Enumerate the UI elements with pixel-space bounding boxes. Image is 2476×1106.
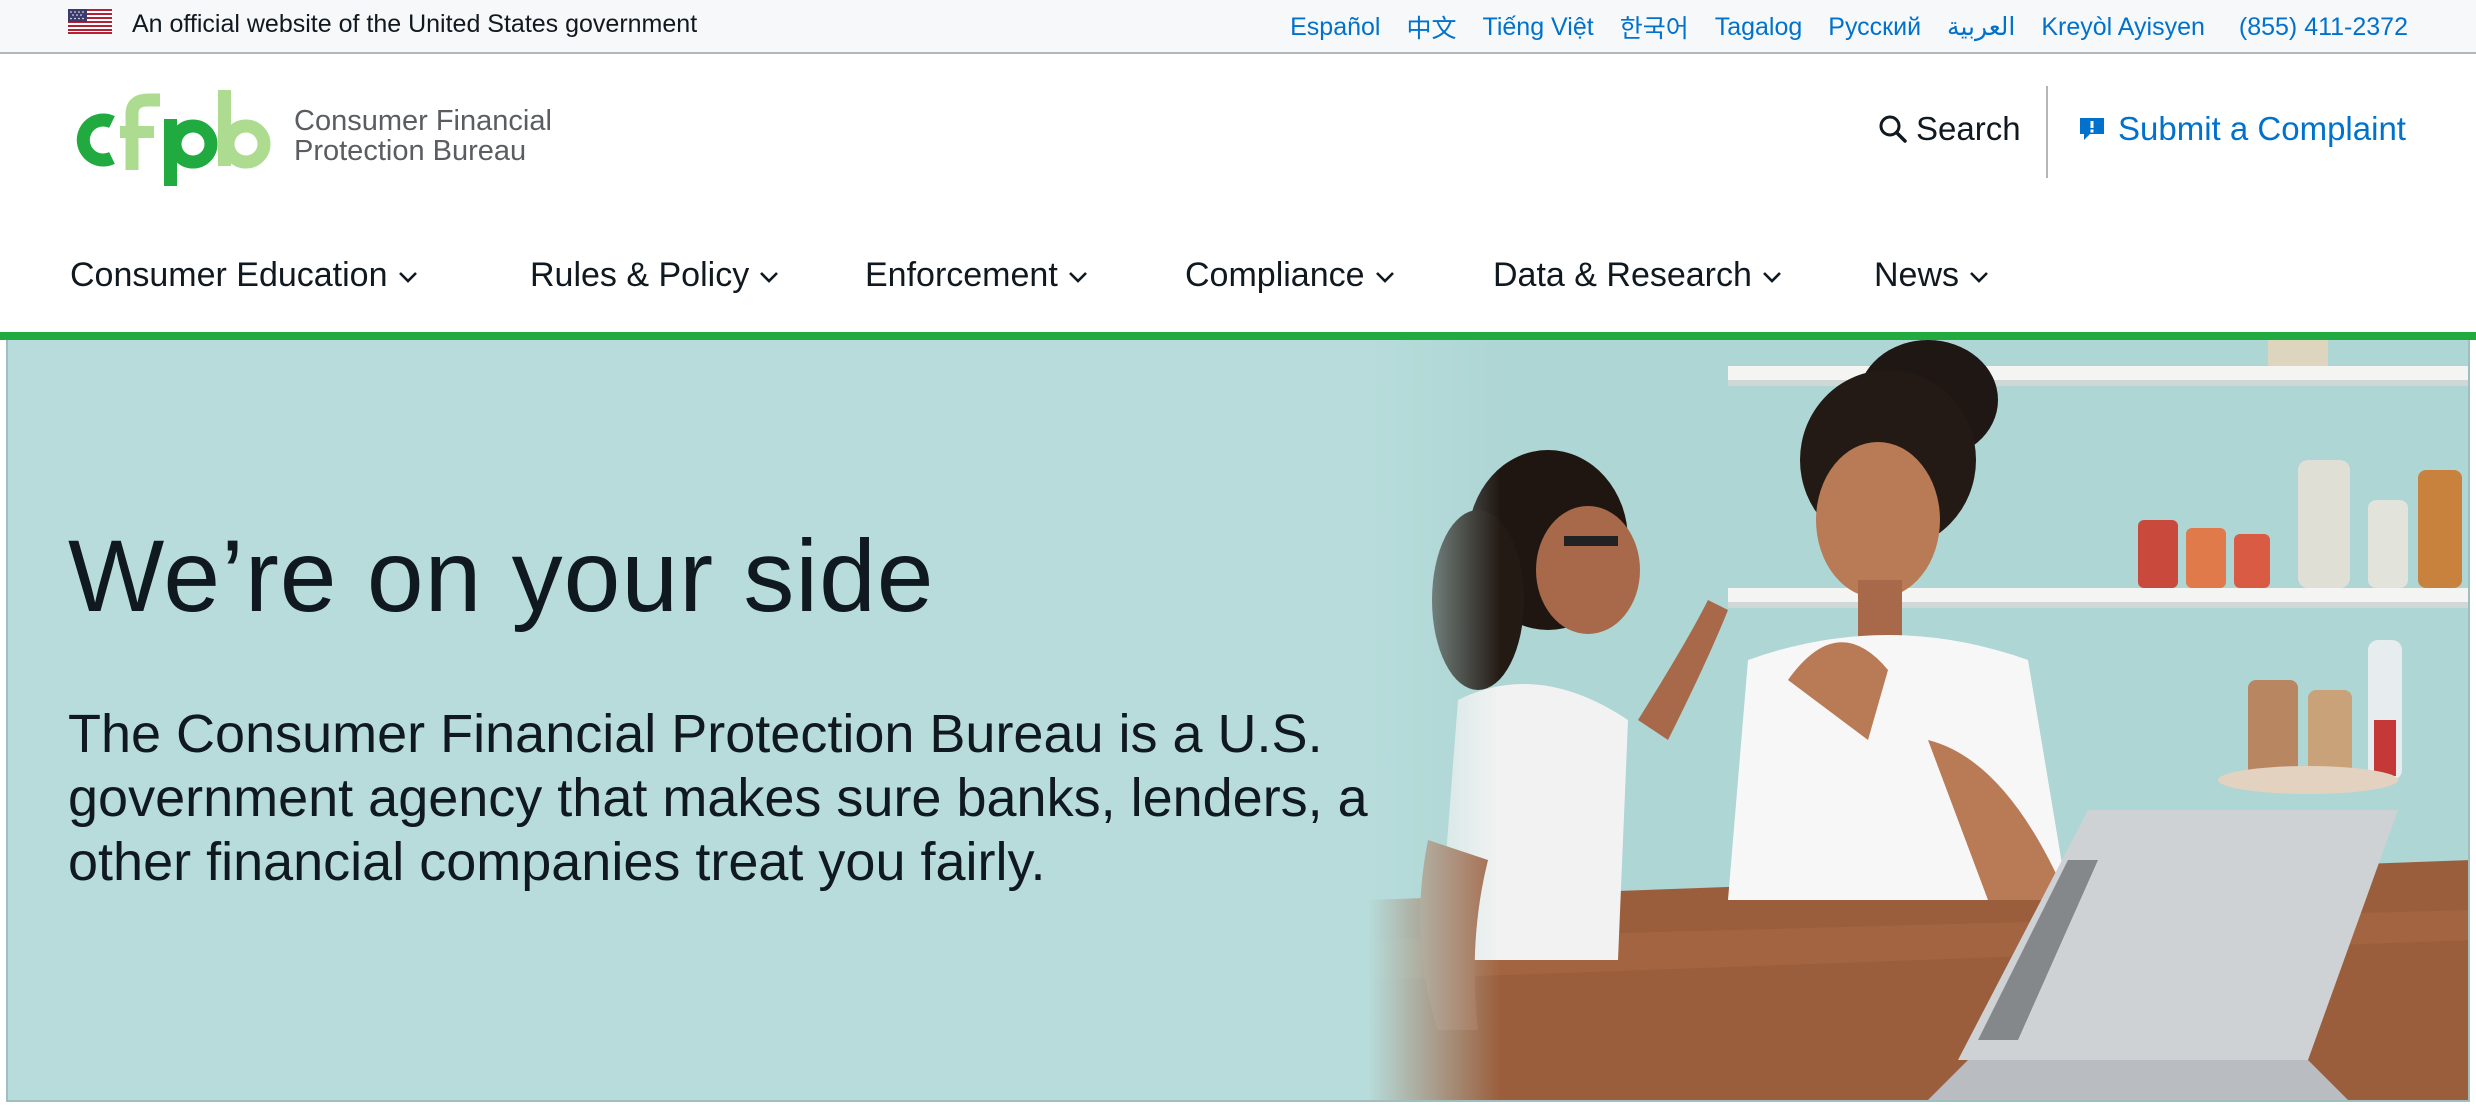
language-link-espanol[interactable]: Español — [1290, 13, 1380, 42]
language-link-chinese[interactable]: 中文 — [1406, 9, 1456, 45]
nav-label: Rules & Policy — [530, 256, 750, 294]
chevron-down-icon — [1762, 271, 1781, 283]
nav-item-enforcement[interactable]: Enforcement — [865, 256, 1088, 295]
submit-complaint-button[interactable]: Submit a Complaint — [2078, 110, 2406, 148]
complaint-icon — [2080, 118, 2104, 140]
nav-item-compliance[interactable]: Compliance — [1185, 256, 1395, 295]
nav-label: Consumer Education — [70, 256, 388, 294]
language-link-arabic[interactable]: العربية — [1947, 12, 2015, 42]
logo-text-line1: Consumer Financial — [294, 105, 552, 137]
nav-item-data-research[interactable]: Data & Research — [1493, 256, 1782, 295]
chevron-down-icon — [1375, 271, 1394, 283]
cfpb-logo-mark — [76, 90, 271, 186]
search-button[interactable]: Search — [1878, 110, 2021, 148]
nav-label: Enforcement — [865, 256, 1058, 294]
phone-link[interactable]: (855) 411-2372 — [2239, 13, 2408, 42]
language-link-tagalog[interactable]: Tagalog — [1715, 13, 1803, 42]
chevron-down-icon — [1970, 271, 1988, 283]
chevron-down-icon — [760, 271, 779, 283]
header-divider — [2046, 86, 2048, 178]
hero-title: We’re on your side — [68, 519, 935, 633]
search-icon — [1879, 115, 1907, 143]
submit-complaint-label: Submit a Complaint — [2118, 110, 2406, 147]
nav-label: Data & Research — [1493, 256, 1752, 294]
hero-description: The Consumer Financial Protection Bureau… — [68, 704, 1428, 892]
chevron-down-icon — [1068, 271, 1087, 283]
cfpb-logo[interactable]: Consumer Financial Protection Bureau — [68, 86, 552, 186]
us-flag-icon — [68, 9, 112, 34]
nav-item-news[interactable]: News — [1874, 256, 1989, 295]
nav-label: Compliance — [1185, 256, 1365, 294]
nav-label: News — [1874, 256, 1960, 294]
logo-wordmark: Consumer Financial Protection Bureau — [294, 106, 552, 166]
language-link-vietnamese[interactable]: Tiếng Việt — [1483, 13, 1594, 42]
language-links: Español 中文 Tiếng Việt 한국어 Tagalog Русски… — [1264, 9, 2408, 45]
hero-photo — [1368, 340, 2468, 1100]
hero: We’re on your side The Consumer Financia… — [6, 340, 2470, 1102]
language-link-haitian-creole[interactable]: Kreyòl Ayisyen — [2041, 13, 2205, 42]
language-link-korean[interactable]: 한국어 — [1620, 9, 1689, 45]
nav-item-consumer-education[interactable]: Consumer Education — [70, 256, 418, 295]
official-website-notice: An official website of the United States… — [132, 10, 698, 38]
search-label: Search — [1916, 110, 2021, 147]
gov-banner: An official website of the United States… — [0, 0, 2476, 54]
nav-accent-bar — [0, 332, 2476, 340]
logo-text-line2: Protection Bureau — [294, 135, 527, 167]
nav-item-rules-policy[interactable]: Rules & Policy — [530, 256, 779, 295]
chevron-down-icon — [398, 271, 417, 283]
language-link-russian[interactable]: Русский — [1828, 13, 1921, 42]
main-nav: Consumer Education Rules & Policy Enforc… — [0, 250, 2476, 306]
